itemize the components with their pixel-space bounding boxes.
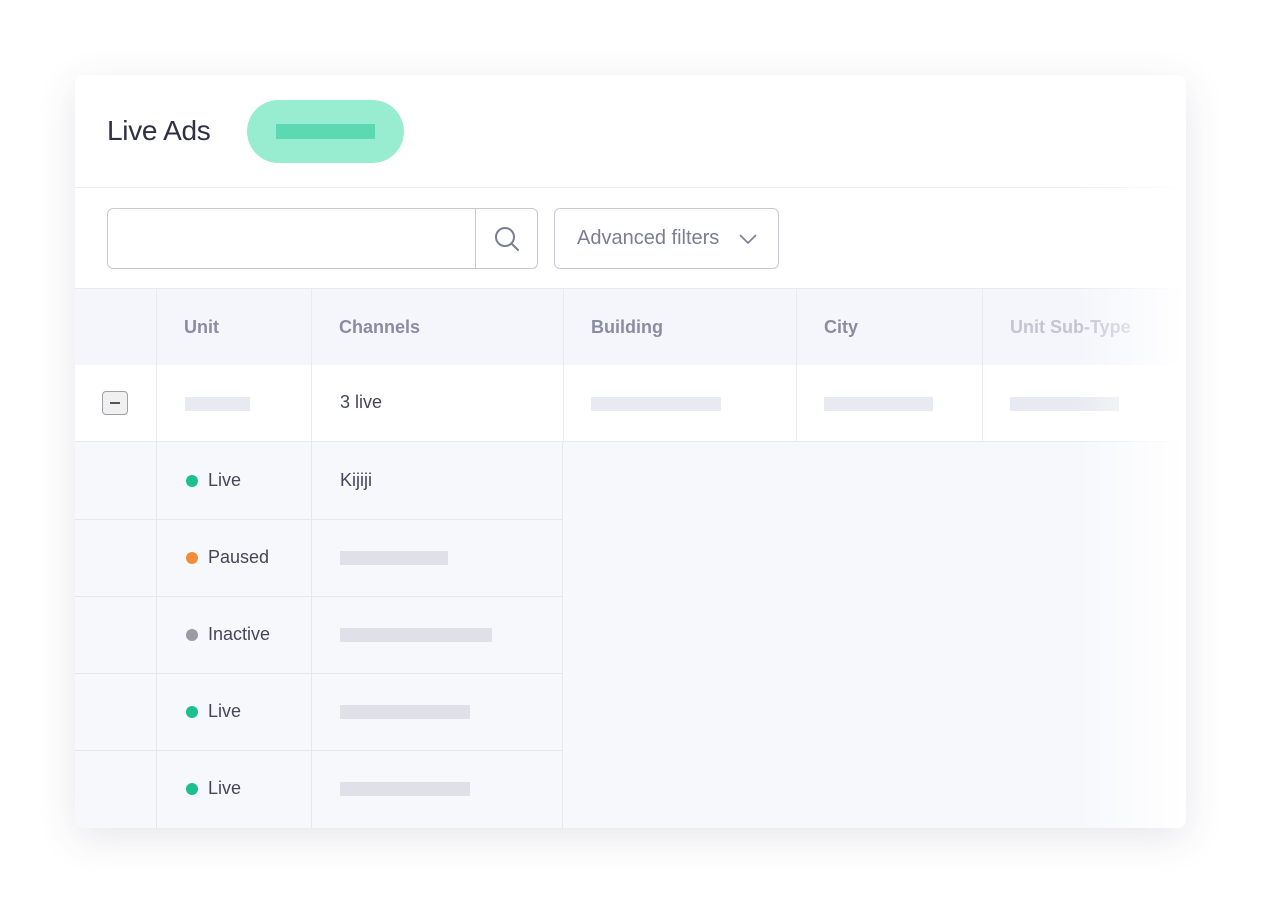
list-item[interactable]: Live [75, 673, 563, 751]
search-box [107, 208, 538, 269]
unit-placeholder [185, 397, 250, 411]
city-cell [796, 365, 982, 441]
status-label: Live [208, 701, 242, 721]
column-header-channels[interactable]: Channels [311, 289, 563, 365]
channels-cell: 3 live [311, 365, 563, 441]
channel-name: Kijiji [340, 470, 373, 490]
column-header-building[interactable]: Building [563, 289, 796, 365]
city-placeholder [824, 397, 933, 411]
status-dot-inactive [186, 629, 198, 641]
ads-table: Unit Channels Building City Unit Sub-Typ… [75, 288, 1186, 828]
table-header: Unit Channels Building City Unit Sub-Typ… [75, 288, 1186, 366]
status-label: Inactive [208, 624, 271, 644]
status-dot-live [186, 475, 198, 487]
building-placeholder [591, 397, 721, 411]
search-input[interactable] [108, 209, 474, 268]
sub-type-cell [982, 365, 1186, 441]
status-dot-live [186, 706, 198, 718]
live-ads-card: Live Ads Advanced filters Unit Channels … [75, 75, 1186, 828]
status-label: Live [208, 778, 242, 798]
table-row: 3 live [75, 365, 1186, 442]
unit-cell [156, 365, 311, 441]
search-button[interactable] [475, 209, 538, 268]
expanded-rows: Live Kijiji Paused Inactive Live Live [75, 442, 1186, 828]
channels-count: 3 live [340, 392, 383, 412]
channel-placeholder [340, 705, 470, 719]
expand-cell [75, 365, 156, 441]
column-header-city[interactable]: City [796, 289, 982, 365]
page-title: Live Ads [107, 115, 211, 146]
count-badge [247, 100, 404, 163]
list-item[interactable]: Live [75, 750, 563, 828]
search-icon [495, 227, 519, 251]
list-item[interactable]: Inactive [75, 596, 563, 674]
list-item[interactable]: Live Kijiji [75, 442, 563, 520]
collapse-button[interactable] [102, 391, 128, 415]
building-cell [563, 365, 796, 441]
status-label: Paused [208, 547, 270, 567]
status-dot-live [186, 783, 198, 795]
sub-type-placeholder [1010, 397, 1119, 411]
column-header-unit[interactable]: Unit [156, 289, 311, 365]
channel-placeholder [340, 782, 470, 796]
channel-placeholder [340, 551, 448, 565]
count-badge-placeholder [276, 124, 375, 139]
list-item[interactable]: Paused [75, 519, 563, 597]
column-header-unit-sub-type[interactable]: Unit Sub-Type [982, 289, 1186, 365]
card-header: Live Ads [75, 75, 1186, 188]
advanced-filters-button[interactable]: Advanced filters [554, 208, 779, 269]
channel-placeholder [340, 628, 492, 642]
advanced-filters-label: Advanced filters [577, 227, 720, 249]
status-dot-paused [186, 552, 198, 564]
chevron-down-icon [739, 234, 757, 244]
status-label: Live [208, 470, 242, 490]
collapse-icon [110, 402, 120, 404]
